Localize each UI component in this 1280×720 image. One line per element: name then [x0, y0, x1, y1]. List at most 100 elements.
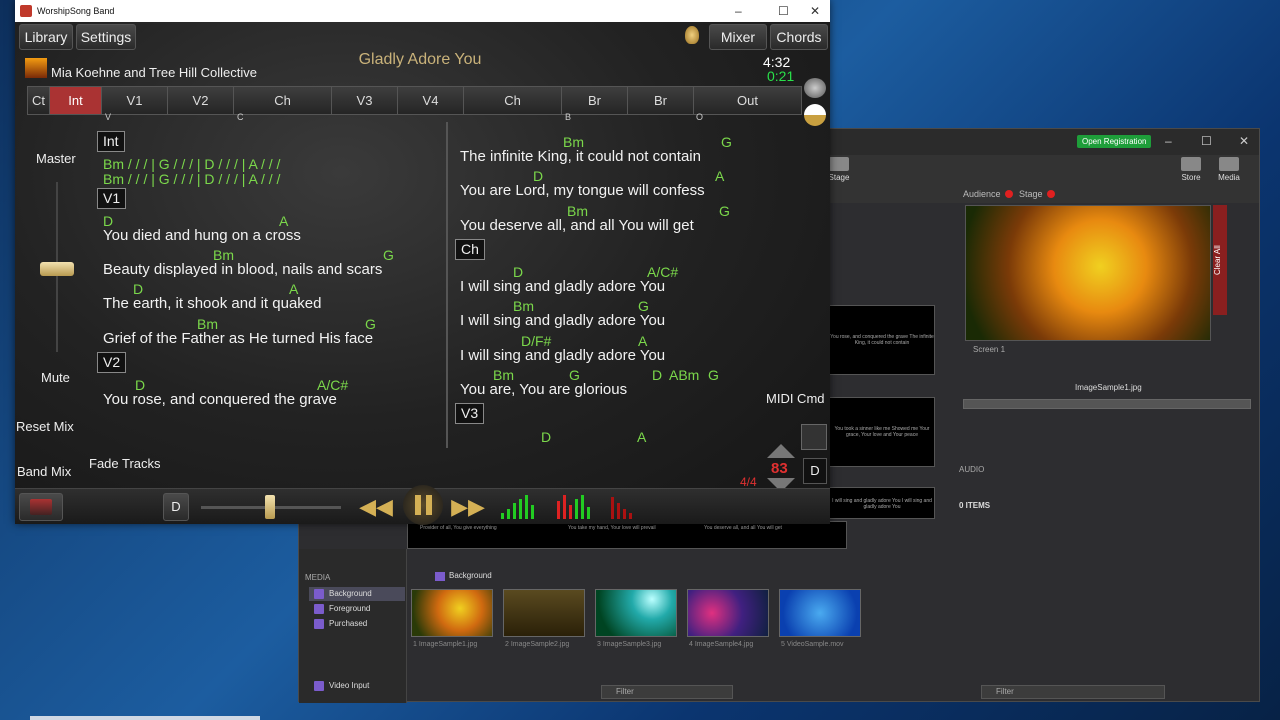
section-label-v3: V3 [455, 403, 485, 424]
section-v3[interactable]: V3 [332, 87, 398, 114]
slide-strip-item[interactable]: You deserve all, and all You will get [704, 525, 782, 531]
lyric-line: You died and hung on a cross [103, 227, 301, 244]
thumbnail-name: ImageSample1.jpg [418, 641, 478, 648]
chord: G [708, 367, 719, 383]
stage-tab-label: Stage [828, 173, 850, 182]
audience-status-dot [1004, 190, 1013, 198]
media-tab-button[interactable]: Media [1211, 157, 1247, 182]
media-item-foreground[interactable]: Foreground [309, 602, 405, 616]
audio-items-count: 0 ITEMS [959, 501, 991, 510]
chord: A [715, 168, 725, 184]
section-br[interactable]: Br [562, 87, 628, 114]
fader-knob[interactable] [40, 262, 74, 276]
lyric-line: You are Lord, my tongue will confess [460, 182, 705, 199]
current-media-name: ImageSample1.jpg [1075, 383, 1142, 392]
settings-button[interactable]: Settings [76, 24, 136, 50]
section-label-int: Int [97, 131, 125, 152]
lightbulb-icon[interactable] [685, 26, 699, 44]
lyric-line: Beauty displayed in blood, nails and sca… [103, 261, 383, 278]
drum-icon [30, 499, 52, 515]
media-thumbnail[interactable] [595, 589, 677, 637]
maximize-icon[interactable]: ☐ [1201, 134, 1212, 148]
theme-toggle-icon[interactable] [804, 104, 826, 126]
fast-forward-icon[interactable]: ▶▶ [451, 493, 485, 521]
level-meter-green[interactable] [499, 495, 539, 519]
album-art [25, 58, 47, 78]
filter-input[interactable]: Filter [601, 685, 733, 699]
slide-thumbnail[interactable]: You rose, and conquered the grave The in… [829, 305, 935, 375]
slider-knob[interactable] [265, 495, 275, 519]
slide-strip-item[interactable]: Provider of all, You give everything [420, 525, 497, 531]
display-toggle-icon[interactable] [804, 78, 826, 98]
media-progress-bar[interactable] [963, 399, 1251, 409]
section-label-v2: V2 [97, 352, 127, 373]
mute-button[interactable]: Mute [41, 370, 70, 385]
folder-icon [314, 604, 324, 614]
section-int[interactable]: Int [50, 87, 102, 114]
section-v1[interactable]: V1 [102, 87, 168, 114]
slide-strip-item[interactable]: You take my hand, Your love will prevail [568, 525, 656, 531]
chord: G [383, 247, 394, 263]
section-out[interactable]: Out [694, 87, 801, 114]
master-button[interactable]: Master [36, 151, 76, 166]
video-input-label: Video Input [329, 681, 370, 690]
audio-header: AUDIO [959, 465, 985, 474]
reset-mix-button[interactable]: Reset Mix [16, 419, 74, 434]
screen-selector[interactable]: Screen 1 [973, 345, 1005, 354]
key-button[interactable]: D [163, 493, 189, 521]
clear-all-button[interactable]: Clear All [1213, 205, 1227, 315]
chord: G [719, 203, 730, 219]
tempo-value: 83 [771, 460, 788, 477]
section-timeline: Ct Int V1 V2 Ch V3 V4 Ch Br Br Out [27, 86, 802, 115]
open-registration-button[interactable]: Open Registration [1077, 135, 1152, 148]
slide-strip: Provider of all, You give everything You… [407, 521, 847, 549]
filter-input[interactable]: Filter [981, 685, 1165, 699]
hammer-icon[interactable] [801, 424, 827, 450]
band-mix-button[interactable]: Band Mix [17, 464, 71, 479]
artist-name: Mia Koehne and Tree Hill Collective [51, 65, 257, 80]
library-button[interactable]: Library [19, 24, 73, 50]
master-fader[interactable] [40, 182, 74, 352]
thumbnail-label: 3 ImageSample3.jpg [597, 641, 661, 648]
close-icon[interactable]: ✕ [1239, 134, 1249, 148]
rewind-icon[interactable]: ◀◀ [359, 493, 393, 521]
key-display[interactable]: D [803, 458, 827, 484]
video-input-item[interactable]: Video Input [309, 679, 405, 693]
media-thumbnail[interactable] [779, 589, 861, 637]
media-thumbnail[interactable] [411, 589, 493, 637]
section-ct[interactable]: Ct [28, 87, 50, 114]
media-item-background[interactable]: Background [309, 587, 405, 601]
drum-kit-button[interactable] [19, 493, 63, 521]
minimize-icon[interactable]: – [1165, 134, 1172, 148]
tempo-up-icon[interactable] [767, 444, 795, 458]
media-thumbnail[interactable] [687, 589, 769, 637]
stage-toggle[interactable]: Stage [1019, 189, 1055, 199]
media-item-purchased[interactable]: Purchased [309, 617, 405, 631]
mixer-button[interactable]: Mixer [709, 24, 767, 50]
section-v4[interactable]: V4 [398, 87, 464, 114]
thumbnail-number: 4 [689, 641, 693, 648]
minimize-icon[interactable]: – [735, 0, 742, 22]
audience-toggle[interactable]: Audience [963, 189, 1013, 199]
chords-button[interactable]: Chords [770, 24, 828, 50]
section-br[interactable]: Br [628, 87, 694, 114]
media-thumbnail[interactable] [503, 589, 585, 637]
pitch-slider[interactable] [201, 495, 341, 519]
pause-icon [415, 495, 421, 515]
maximize-icon[interactable]: ☐ [778, 0, 789, 22]
worshipsong-window: WorshipSong Band – ☐ ✕ Library Settings … [15, 0, 830, 525]
folder-title-label: Background [449, 571, 492, 580]
section-ch[interactable]: Ch [464, 87, 562, 114]
level-meter-red[interactable] [555, 495, 595, 519]
window-title: WorshipSong Band [37, 6, 115, 16]
section-v2[interactable]: V2 [168, 87, 234, 114]
slide-thumbnail[interactable]: I will sing and gladly adore You I will … [829, 487, 935, 519]
media-item-label: Background [329, 589, 372, 598]
store-button[interactable]: Store [1173, 157, 1209, 182]
tempo-control[interactable]: 83 [763, 444, 799, 492]
pause-button[interactable] [403, 485, 443, 525]
slide-thumbnail[interactable]: You took a sinner like me Showed me Your… [829, 397, 935, 467]
level-meter-dark-red[interactable] [609, 495, 639, 519]
close-icon[interactable]: ✕ [810, 0, 820, 22]
section-ch[interactable]: Ch [234, 87, 332, 114]
